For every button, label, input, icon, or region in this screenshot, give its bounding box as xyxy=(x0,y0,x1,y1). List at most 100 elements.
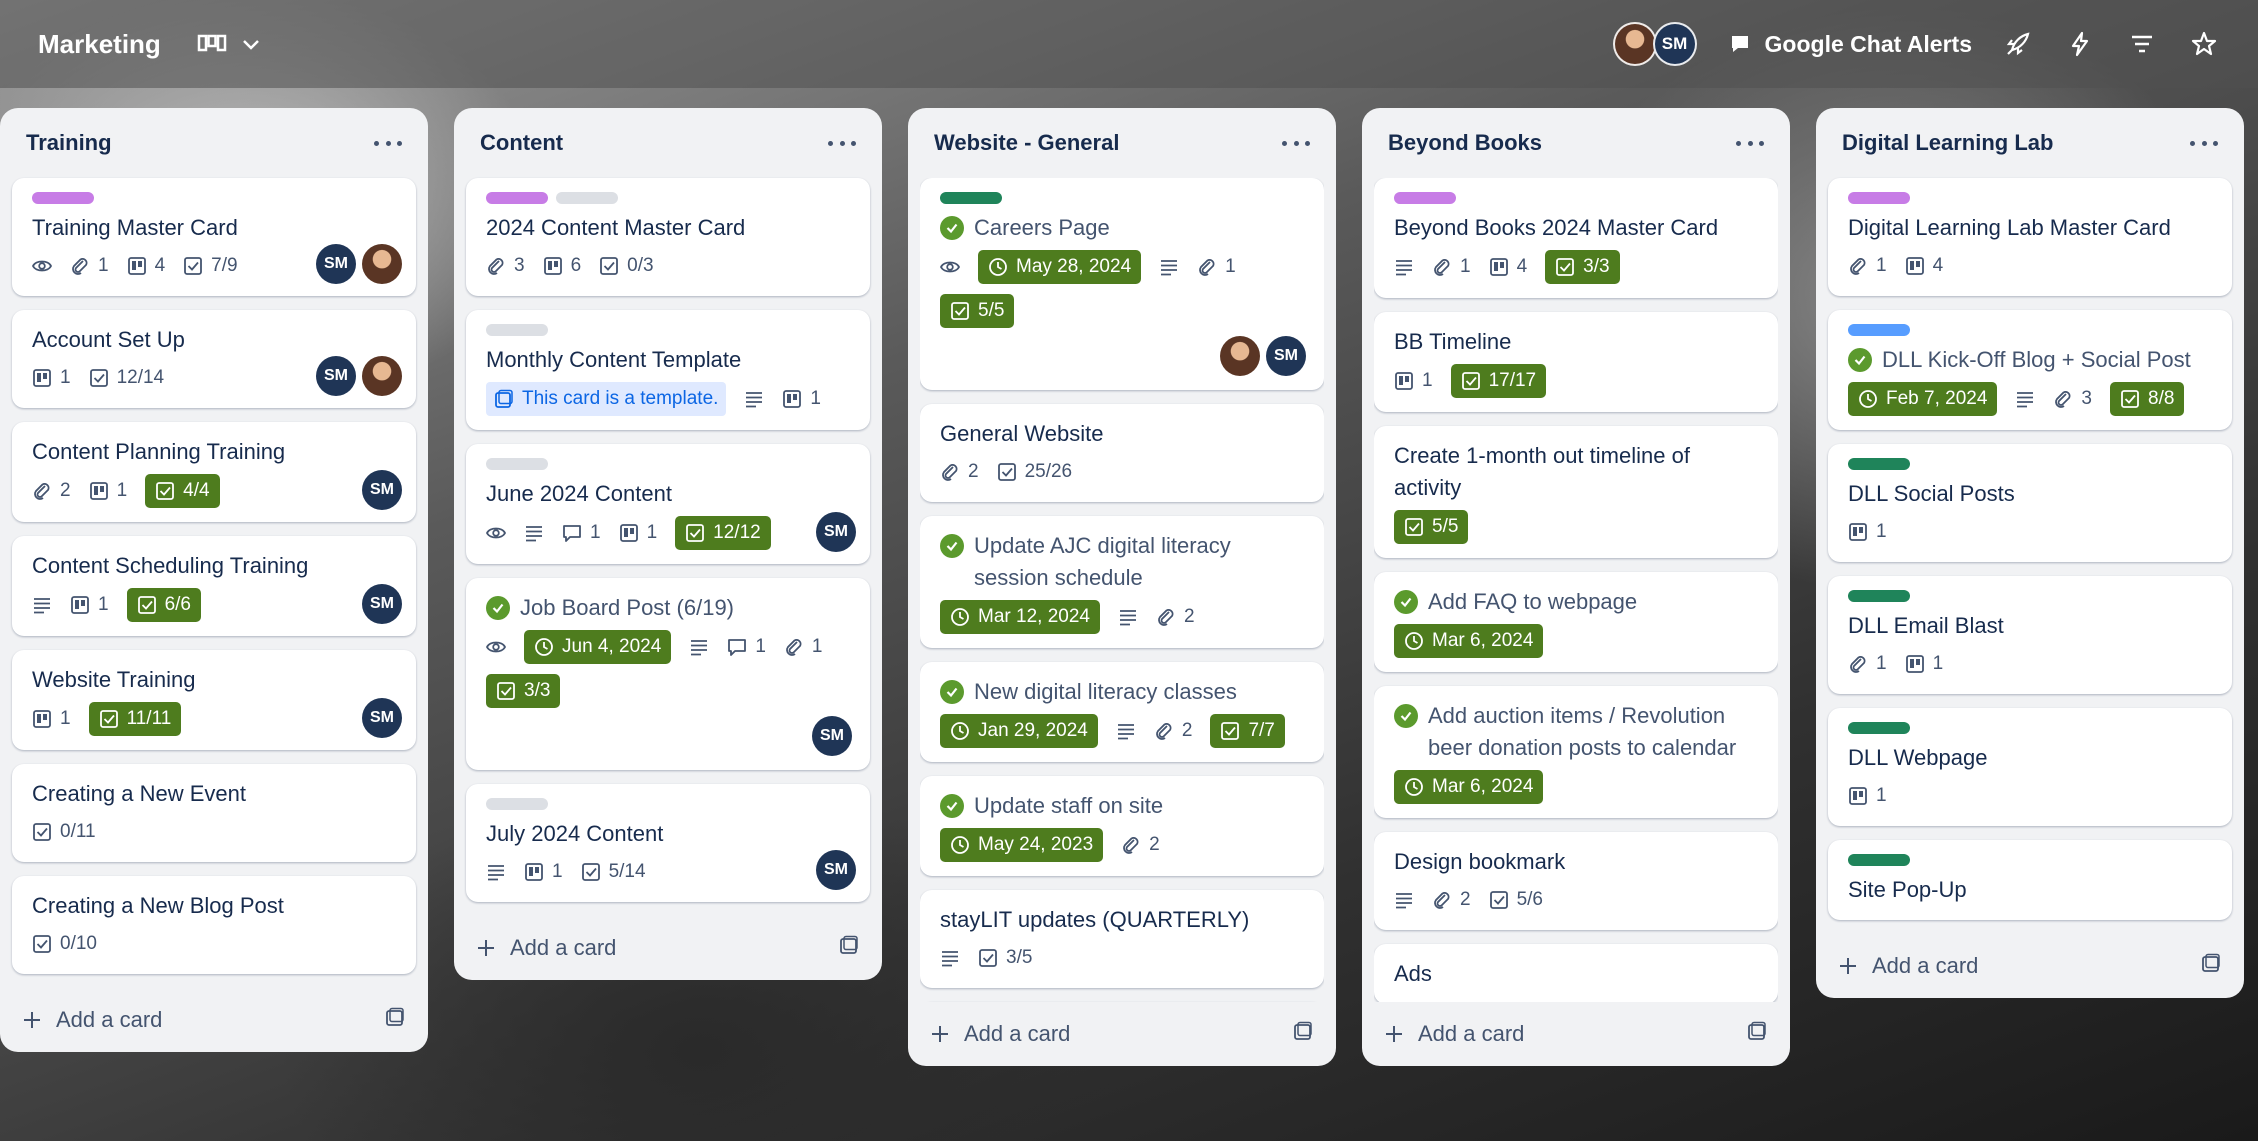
card[interactable]: General Website 2 25/26 xyxy=(920,404,1324,502)
list-header[interactable]: Training xyxy=(12,108,416,178)
list-training[interactable]: Training Training Master Card 1 4 7/9 SM Accou… xyxy=(0,108,428,1052)
avatar[interactable]: SM xyxy=(812,716,852,756)
card[interactable]: DLL Webpage 1 xyxy=(1828,708,2232,826)
card[interactable]: Website Training 1 11/11 SM xyxy=(12,650,416,750)
card[interactable]: Job Board Post (6/19) Jun 4, 2024 1 1 3/3 SM xyxy=(466,578,870,770)
card-label[interactable] xyxy=(486,324,548,336)
due-date-badge[interactable]: Mar 12, 2024 xyxy=(940,600,1100,634)
create-from-template-icon[interactable] xyxy=(384,1006,406,1034)
card[interactable]: Creating a New Event 0/11 xyxy=(12,764,416,862)
avatar[interactable] xyxy=(1220,336,1260,376)
complete-check-icon[interactable] xyxy=(486,596,510,620)
card[interactable]: Digital Learning Lab Master Card 1 4 xyxy=(1828,178,2232,296)
card-label[interactable] xyxy=(486,458,548,470)
list-title[interactable]: Training xyxy=(26,130,112,156)
card[interactable]: 2024 Content Master Card 3 6 0/3 xyxy=(466,178,870,296)
due-date-badge[interactable]: Mar 6, 2024 xyxy=(1394,624,1544,658)
card[interactable]: Creating a New Blog Post 0/10 xyxy=(12,876,416,974)
avatar[interactable]: SM xyxy=(362,584,402,624)
card[interactable]: Create 1-month out timeline of activity 5… xyxy=(1374,426,1778,558)
card-label[interactable] xyxy=(1848,590,1910,602)
board-members[interactable]: SM xyxy=(1612,22,1697,66)
complete-check-icon[interactable] xyxy=(940,794,964,818)
card[interactable]: Ads xyxy=(1374,944,1778,1002)
create-from-template-icon[interactable] xyxy=(1746,1020,1768,1048)
card[interactable]: DLL Social Posts 1 xyxy=(1828,444,2232,562)
star-button[interactable] xyxy=(2188,28,2220,60)
power-ups-button[interactable] xyxy=(2002,28,2034,60)
list-header[interactable]: Digital Learning Lab xyxy=(1828,108,2232,178)
card-label[interactable] xyxy=(1848,324,1910,336)
card[interactable]: Update AJC digital literacy session sche… xyxy=(920,516,1324,648)
card[interactable]: Content Planning Training 2 1 4/4 SM xyxy=(12,422,416,522)
card[interactable]: July 2024 Content 1 5/14 SM xyxy=(466,784,870,902)
card-label[interactable] xyxy=(556,192,618,204)
card[interactable]: BB Timeline 1 17/17 xyxy=(1374,312,1778,412)
card[interactable]: Account Set Up 1 12/14 SM xyxy=(12,310,416,408)
complete-check-icon[interactable] xyxy=(1394,704,1418,728)
more-icon[interactable] xyxy=(374,138,402,148)
list-website-general[interactable]: Website - General Careers Page May 28, 202… xyxy=(908,108,1336,1066)
avatar[interactable]: SM xyxy=(316,244,356,284)
more-icon[interactable] xyxy=(2190,138,2218,148)
card-label[interactable] xyxy=(486,192,548,204)
due-date-badge[interactable]: Feb 7, 2024 xyxy=(1848,382,1998,416)
card[interactable]: Site Pop-Up xyxy=(1828,840,2232,920)
list-header[interactable]: Website - General xyxy=(920,108,1324,178)
card-label[interactable] xyxy=(1394,192,1456,204)
more-icon[interactable] xyxy=(1736,138,1764,148)
more-icon[interactable] xyxy=(1282,138,1310,148)
due-date-badge[interactable]: May 28, 2024 xyxy=(978,250,1142,284)
list-title[interactable]: Beyond Books xyxy=(1388,130,1542,156)
due-date-badge[interactable]: May 24, 2023 xyxy=(940,828,1104,862)
avatar[interactable]: SM xyxy=(1266,336,1306,376)
card[interactable]: New digital literacy classes Jan 29, 2024… xyxy=(920,662,1324,762)
card[interactable]: DLL Email Blast 1 1 xyxy=(1828,576,2232,694)
add-card-button[interactable]: Add a card xyxy=(1374,1002,1778,1066)
complete-check-icon[interactable] xyxy=(1848,348,1872,372)
card-label[interactable] xyxy=(1848,458,1910,470)
add-card-button[interactable]: Add a card xyxy=(920,1002,1324,1066)
create-from-template-icon[interactable] xyxy=(838,934,860,962)
card[interactable]: Add FAQ to webpage Mar 6, 2024 xyxy=(1374,572,1778,672)
card[interactable]: Content Scheduling Training 1 6/6 SM xyxy=(12,536,416,636)
card-label[interactable] xyxy=(32,192,94,204)
avatar[interactable] xyxy=(1612,22,1657,66)
list-header[interactable]: Beyond Books xyxy=(1374,108,1778,178)
card[interactable]: Training Master Card 1 4 7/9 SM xyxy=(12,178,416,296)
avatar[interactable]: SM xyxy=(816,512,856,552)
due-date-badge[interactable]: Jan 29, 2024 xyxy=(940,714,1098,748)
create-from-template-icon[interactable] xyxy=(1292,1020,1314,1048)
due-date-badge[interactable]: Mar 6, 2024 xyxy=(1394,770,1544,804)
avatar[interactable]: SM xyxy=(316,356,356,396)
add-card-button[interactable]: Add a card xyxy=(466,916,870,980)
create-from-template-icon[interactable] xyxy=(2200,952,2222,980)
list-title[interactable]: Digital Learning Lab xyxy=(1842,130,2053,156)
card[interactable]: Update staff on site May 24, 2023 2 xyxy=(920,776,1324,876)
list-content[interactable]: Content 2024 Content Master Card 3 6 0/3 Mont… xyxy=(454,108,882,980)
avatar[interactable]: SM xyxy=(362,470,402,510)
avatar[interactable]: SM xyxy=(1652,22,1697,66)
card[interactable]: June 2024 Content 1 1 12/12 SM xyxy=(466,444,870,564)
view-switcher[interactable] xyxy=(197,33,261,55)
filter-button[interactable] xyxy=(2126,28,2158,60)
card[interactable]: Monthly Content Template This card is a t… xyxy=(466,310,870,430)
automation-button[interactable] xyxy=(2064,28,2096,60)
add-card-button[interactable]: Add a card xyxy=(12,988,416,1052)
card[interactable]: DLL Kick-Off Blog + Social Post Feb 7, 20… xyxy=(1828,310,2232,430)
add-card-button[interactable]: Add a card xyxy=(1828,934,2232,998)
complete-check-icon[interactable] xyxy=(1394,590,1418,614)
card-label[interactable] xyxy=(1848,722,1910,734)
more-icon[interactable] xyxy=(828,138,856,148)
card-label[interactable] xyxy=(1848,192,1910,204)
avatar[interactable]: SM xyxy=(362,698,402,738)
avatar[interactable]: SM xyxy=(816,850,856,890)
card[interactable]: Design bookmark 2 5/6 xyxy=(1374,832,1778,930)
complete-check-icon[interactable] xyxy=(940,680,964,704)
list-digital-learning-lab[interactable]: Digital Learning Lab Digital Learning Lab… xyxy=(1816,108,2244,998)
board-title[interactable]: Marketing xyxy=(38,29,161,60)
card-label[interactable] xyxy=(486,798,548,810)
card-label[interactable] xyxy=(940,192,1002,204)
list-beyond-books[interactable]: Beyond Books Beyond Books 2024 Master Car… xyxy=(1362,108,1790,1066)
complete-check-icon[interactable] xyxy=(940,216,964,240)
